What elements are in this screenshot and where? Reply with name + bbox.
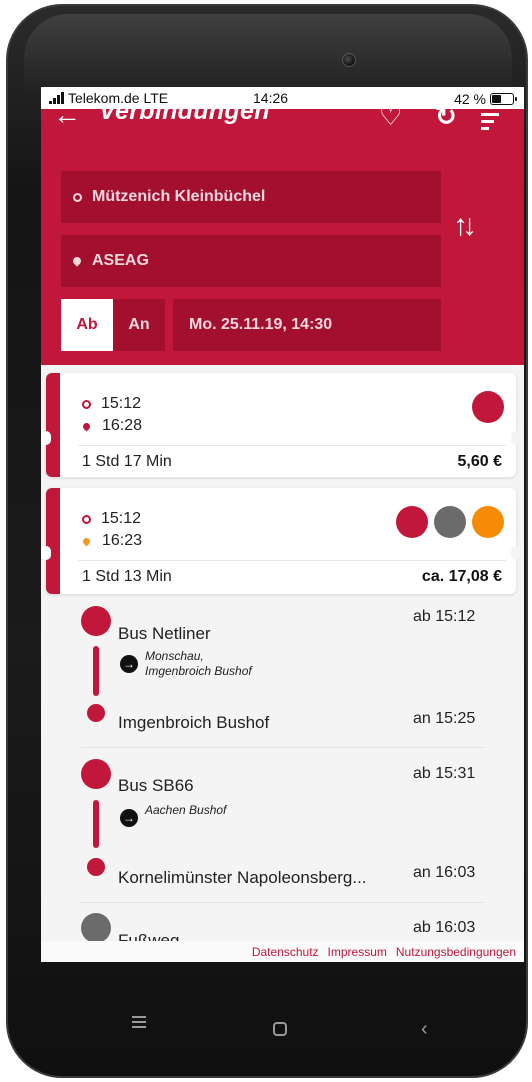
app-screen: Telekom.de LTE 14:26 42 % ← Verbindungen… — [41, 87, 524, 962]
leg-departure-time: ab 15:31 — [413, 765, 476, 782]
leg-departure-time: ab 15:12 — [413, 608, 476, 625]
arrival-time: 16:28 — [81, 417, 142, 435]
from-field[interactable]: Mützenich Kleinbüchel — [61, 171, 441, 223]
price: 5,60 € — [457, 453, 502, 470]
divider — [81, 902, 484, 903]
privacy-link[interactable]: Datenschutz — [252, 945, 319, 959]
battery-percent: 42 % — [454, 91, 486, 107]
to-field[interactable]: ASEAG — [61, 235, 441, 287]
direction-arrow-icon: → — [120, 809, 138, 827]
filter-icon[interactable] — [481, 113, 499, 133]
leg-arrival-time: an 16:03 — [413, 864, 476, 881]
top-bar: ← Verbindungen ♡ ↻ — [41, 109, 524, 133]
destination-pin-icon — [81, 421, 92, 431]
direction-arrow-icon: → — [120, 655, 138, 673]
to-value: ASEAG — [92, 252, 149, 269]
tab-departure[interactable]: Ab — [61, 299, 113, 351]
train-product-icon — [472, 506, 504, 538]
duration: 1 Std 17 Min — [82, 453, 172, 470]
leg-name: Bus Netliner — [118, 624, 211, 643]
arrow-left-icon[interactable]: ← — [53, 109, 81, 129]
connection-details: Bus Netliner ab 15:12 → Monschau, Imgenbr… — [41, 600, 524, 962]
tab-arrival[interactable]: An — [113, 299, 165, 351]
clock: 14:26 — [253, 90, 289, 106]
battery-status: 42 % — [454, 91, 517, 107]
menu-icon[interactable] — [132, 1016, 146, 1031]
terms-link[interactable]: Nutzungsbedingungen — [396, 945, 516, 959]
battery-icon — [490, 93, 517, 105]
status-bar: Telekom.de LTE 14:26 42 % — [41, 87, 524, 109]
product-icons — [472, 391, 504, 423]
heart-icon[interactable]: ♡ — [379, 109, 402, 129]
bus-leg-icon — [81, 759, 111, 789]
leg-stop: Kornelimünster Napoleonsberg... — [118, 868, 367, 887]
phone-sheen — [24, 14, 512, 94]
swap-icon[interactable]: ↑↓ — [453, 209, 477, 243]
leg-departure-time: ab 16:03 — [413, 919, 476, 936]
connection-card[interactable]: 15:12 16:23 1 Std 13 Min ca. 17,08 € — [41, 488, 521, 594]
leg-name: Bus SB66 — [118, 776, 194, 795]
refresh-icon[interactable]: ↻ — [435, 109, 457, 129]
destination-pin-icon — [71, 255, 83, 267]
arrival-time: 16:23 — [81, 532, 142, 550]
page-title: Verbindungen — [99, 109, 270, 125]
leg-line — [93, 646, 99, 696]
departure-time: 15:12 — [82, 510, 141, 528]
bus-product-icon — [396, 506, 428, 538]
footer-links: Datenschutz Impressum Nutzungsbedingunge… — [41, 941, 524, 962]
walk-product-icon — [434, 506, 466, 538]
leg-direction: Monschau, Imgenbroich Bushof — [145, 649, 252, 678]
imprint-link[interactable]: Impressum — [328, 945, 387, 959]
phone-frame: Telekom.de LTE 14:26 42 % ← Verbindungen… — [6, 4, 528, 1078]
bus-product-icon — [472, 391, 504, 423]
datetime-field[interactable]: Mo. 25.11.19, 14:30 — [173, 299, 441, 351]
front-camera — [342, 53, 356, 67]
leg-line — [93, 800, 99, 848]
leg-stop: Imgenbroich Bushof — [118, 713, 270, 732]
destination-pin-icon — [81, 536, 92, 546]
duration: 1 Std 13 Min — [82, 568, 172, 585]
departure-time: 15:12 — [82, 395, 141, 413]
app-header: ← Verbindungen ♡ ↻ Mützenich Kleinbüchel… — [41, 109, 524, 365]
connection-card[interactable]: 15:12 16:28 1 Std 17 Min 5,60 € — [41, 373, 521, 477]
stop-dot-icon — [87, 858, 105, 876]
divider — [81, 747, 484, 748]
signal-icon — [49, 92, 64, 104]
origin-dot-icon — [82, 514, 91, 524]
product-icons — [396, 506, 504, 538]
leg-direction: Aachen Bushof — [145, 803, 227, 817]
origin-dot-icon — [82, 399, 91, 409]
price: ca. 17,08 € — [421, 568, 502, 585]
origin-dot-icon — [73, 192, 82, 202]
back-nav-icon[interactable]: ‹ — [421, 1018, 428, 1041]
walk-leg-icon — [81, 913, 111, 943]
from-value: Mützenich Kleinbüchel — [92, 188, 266, 205]
carrier-label: Telekom.de LTE — [68, 90, 169, 106]
leg-arrival-time: an 15:25 — [413, 710, 476, 727]
bus-leg-icon — [81, 606, 111, 636]
stop-dot-icon — [87, 704, 105, 722]
home-icon[interactable] — [273, 1022, 287, 1036]
